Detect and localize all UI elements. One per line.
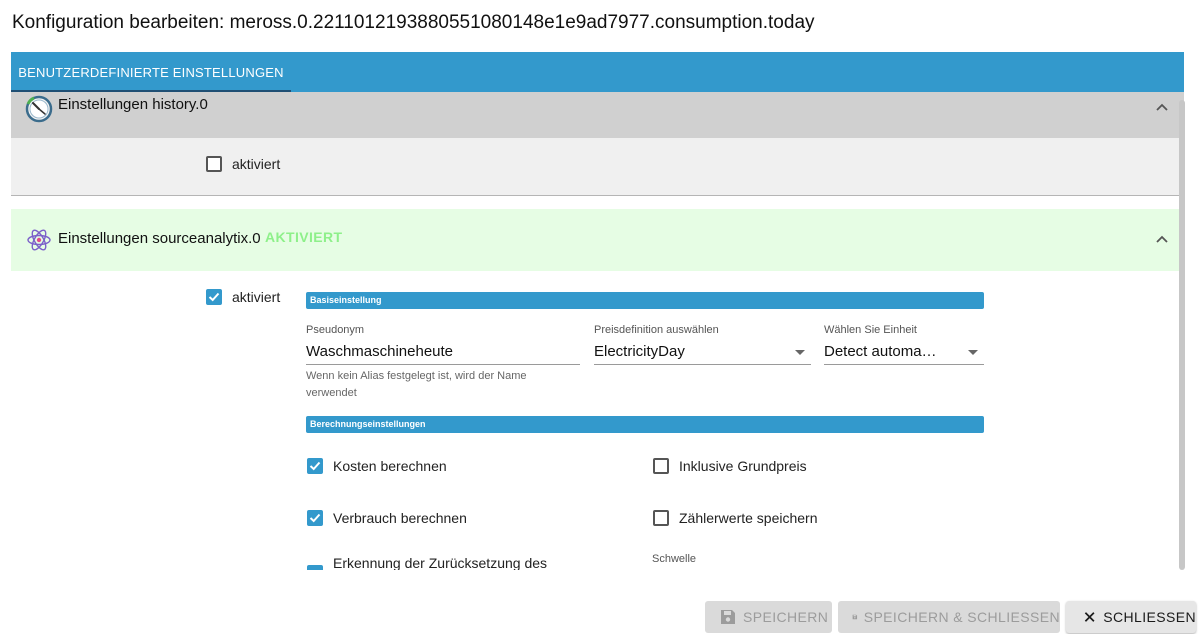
pseudonym-underline xyxy=(306,364,580,365)
clock-icon xyxy=(25,95,53,123)
chevron-up-icon[interactable] xyxy=(1154,100,1170,116)
calc-consumption-label: Verbrauch berechnen xyxy=(333,510,467,526)
panel-body-history: aktiviert xyxy=(11,138,1184,196)
section-calculation-settings: Berechnungseinstellungen xyxy=(306,416,984,433)
reset-detection-label: Erkennung der Zurücksetzung des xyxy=(333,555,548,570)
calc-consumption-checkbox[interactable] xyxy=(307,510,323,526)
pseudonym-label: Pseudonym xyxy=(306,324,365,336)
check-icon xyxy=(309,513,321,523)
pseudonym-input[interactable]: Waschmaschineheute xyxy=(306,343,453,360)
save-close-button-label: SPEICHERN & SCHLIESSEN xyxy=(863,609,1060,625)
panel-header-history[interactable]: Einstellungen history.0 xyxy=(11,92,1184,138)
history-enabled-checkbox[interactable] xyxy=(206,156,222,172)
save-button-label: SPEICHERN xyxy=(743,609,829,625)
settings-content: Einstellungen history.0 aktiviert Einste… xyxy=(11,92,1184,570)
scrollbar[interactable] xyxy=(1179,100,1185,570)
chevron-up-icon[interactable] xyxy=(1154,232,1170,248)
threshold-label: Schwelle xyxy=(652,553,697,565)
incl-base-price-label: Inklusive Grundpreis xyxy=(679,458,807,474)
close-button-label: SCHLIESSEN xyxy=(1103,609,1196,625)
chevron-down-icon[interactable] xyxy=(795,350,805,355)
sourceanalytix-enabled-label: aktiviert xyxy=(232,289,281,305)
unit-label: Wählen Sie Einheit xyxy=(824,324,917,336)
floppy-icon xyxy=(721,610,735,624)
chevron-down-icon[interactable] xyxy=(968,350,978,355)
panel-title-history: Einstellungen history.0 xyxy=(58,96,208,113)
history-enabled-label: aktiviert xyxy=(232,156,281,172)
sourceanalytix-enabled-checkbox[interactable] xyxy=(206,289,222,305)
check-icon xyxy=(309,461,321,471)
reset-detection-checkbox[interactable] xyxy=(307,565,323,570)
save-meter-values-label: Zählerwerte speichern xyxy=(679,510,818,526)
panel-title-sourceanalytix: Einstellungen sourceanalytix.0 xyxy=(58,230,261,247)
section-basic-settings: Basiseinstellung xyxy=(306,292,984,309)
calc-cost-label: Kosten berechnen xyxy=(333,458,447,474)
unit-underline xyxy=(824,364,984,365)
atom-icon xyxy=(27,229,51,251)
close-button[interactable]: SCHLIESSEN xyxy=(1066,601,1196,633)
price-definition-select[interactable]: ElectricityDay xyxy=(594,343,685,360)
tab-bar: BENUTZERDEFINIERTE EINSTELLUNGEN xyxy=(11,52,1184,92)
dialog-title: Konfiguration bearbeiten: meross.0.22110… xyxy=(12,12,815,33)
save-meter-values-checkbox[interactable] xyxy=(653,510,669,526)
save-close-button[interactable]: SPEICHERN & SCHLIESSEN xyxy=(838,601,1060,633)
panel-header-sourceanalytix[interactable]: Einstellungen sourceanalytix.0 AKTIVIERT xyxy=(11,209,1184,271)
tab-custom-settings[interactable]: BENUTZERDEFINIERTE EINSTELLUNGEN xyxy=(11,52,291,92)
status-badge: AKTIVIERT xyxy=(265,229,343,245)
pseudonym-helper: Wenn kein Alias festgelegt ist, wird der… xyxy=(306,370,527,399)
calc-cost-checkbox[interactable] xyxy=(307,458,323,474)
save-button[interactable]: SPEICHERN xyxy=(705,601,832,633)
unit-select[interactable]: Detect automa… xyxy=(824,343,937,360)
price-definition-label: Preisdefinition auswählen xyxy=(594,324,719,336)
check-icon xyxy=(208,292,220,302)
incl-base-price-checkbox[interactable] xyxy=(653,458,669,474)
close-icon xyxy=(1084,612,1095,622)
price-definition-underline xyxy=(594,364,811,365)
floppy-icon xyxy=(852,614,858,620)
